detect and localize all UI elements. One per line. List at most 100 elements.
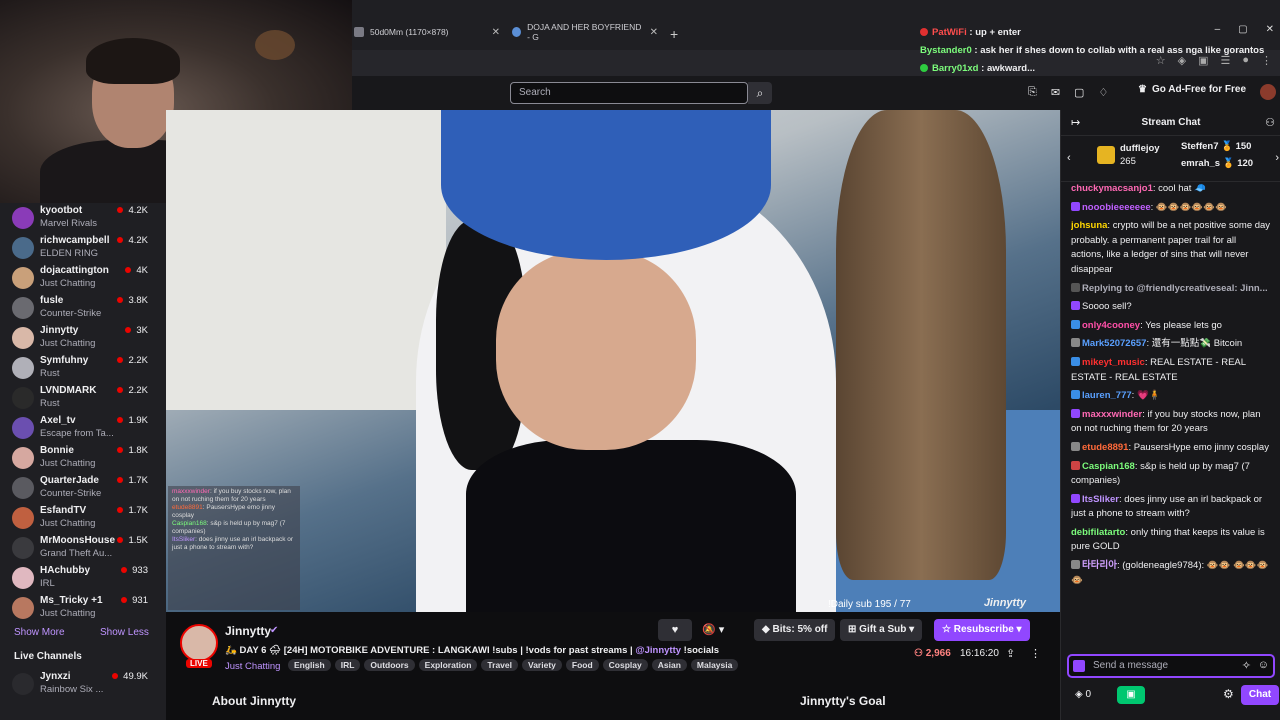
stream-title-mention[interactable]: @Jinnytty bbox=[635, 645, 681, 656]
notifications-icon[interactable]: ▢ bbox=[1074, 86, 1084, 99]
stream-tag[interactable]: Exploration bbox=[418, 659, 478, 671]
stream-tag[interactable]: Food bbox=[565, 659, 599, 671]
search-input[interactable]: Search bbox=[510, 82, 748, 104]
sidebar-channel-item[interactable]: HAchubby IRL 933 bbox=[12, 563, 160, 593]
sidebar-channel-item[interactable]: dojacattington Just Chatting 4K bbox=[12, 263, 160, 293]
channel-name[interactable]: Jinnytty bbox=[225, 624, 271, 638]
stream-tag[interactable]: Asian bbox=[651, 659, 687, 671]
go-ad-free-button[interactable]: ♛ Go Ad-Free for Free bbox=[1138, 84, 1246, 95]
chat-message-text: cool hat 🧢 bbox=[1158, 183, 1206, 194]
channel-game: Rainbow Six ... bbox=[40, 684, 104, 695]
top-navigation: Search ⌕ ⎘ ✉ ▢ ♢ ♛ Go Ad-Free for Free bbox=[352, 76, 1280, 110]
video-player[interactable]: maxxxwinder: if you buy stocks now, plan… bbox=[166, 110, 1060, 612]
chat-username[interactable]: ItsSliker bbox=[1082, 494, 1119, 505]
chat-username[interactable]: Mark52072657 bbox=[1082, 338, 1146, 349]
stream-category-link[interactable]: Just Chatting bbox=[225, 661, 280, 672]
stream-tag[interactable]: Travel bbox=[481, 659, 518, 671]
sidebar-channel-item[interactable]: richwcampbell ELDEN RING 4.2K bbox=[12, 233, 160, 263]
user-dot-icon bbox=[920, 28, 928, 36]
chat-message-text: PausersHype emo jinny cosplay bbox=[1133, 441, 1269, 453]
stream-tag[interactable]: Variety bbox=[522, 659, 562, 671]
overlay-chat-text: up + enter bbox=[975, 27, 1021, 38]
chat-message: etude8891: PausersHype emo jinny cosplay bbox=[1071, 441, 1271, 456]
chat-username[interactable]: 타타리아 bbox=[1082, 560, 1117, 571]
chat-username[interactable]: chuckymacsanjo1 bbox=[1071, 183, 1153, 194]
chat-username[interactable]: johsuna bbox=[1071, 220, 1107, 231]
stream-tag[interactable]: IRL bbox=[334, 659, 361, 671]
close-tab-icon[interactable]: ✕ bbox=[492, 27, 500, 38]
stream-tag[interactable]: Cosplay bbox=[602, 659, 648, 671]
emote-icon[interactable]: ☺ bbox=[1258, 659, 1269, 671]
nav-icons: ⎘ ✉ ▢ ♢ bbox=[1028, 86, 1108, 99]
sidebar-channel-item[interactable]: Ms_Tricky +1 Just Chatting 931 bbox=[12, 593, 160, 623]
chat-username[interactable]: nooobieeeeeee bbox=[1082, 202, 1151, 213]
streamer-face bbox=[496, 250, 696, 450]
sidebar-channel-item[interactable]: fusle Counter-Strike 3.8K bbox=[12, 293, 160, 323]
channel-game: Just Chatting bbox=[40, 338, 96, 349]
channel-avatar bbox=[12, 447, 34, 469]
search-button[interactable]: ⌕ bbox=[748, 82, 772, 104]
sidebar-channel-item[interactable]: kyootbot Marvel Rivals 4.2K bbox=[12, 203, 160, 233]
new-tab-button[interactable]: + bbox=[670, 24, 678, 44]
user-avatar[interactable] bbox=[1260, 84, 1276, 100]
live-channels-heading: Live Channels bbox=[14, 651, 82, 662]
chat-username[interactable]: only4cooney bbox=[1082, 320, 1140, 331]
mail-icon[interactable]: ✉ bbox=[1051, 86, 1060, 99]
sidebar-channel-item[interactable]: Bonnie Just Chatting 1.8K bbox=[12, 443, 160, 473]
browser-tab-video[interactable]: DOJA AND HER BOYFRIEND - G ✕ bbox=[512, 22, 658, 42]
crown-icon[interactable]: ♢ bbox=[1098, 86, 1108, 99]
chevron-left-icon[interactable]: ‹ bbox=[1067, 152, 1071, 164]
streamer-shirt bbox=[466, 440, 796, 612]
chat-username[interactable]: Replying to @friendlycreativeseal: Jinn.… bbox=[1082, 283, 1268, 294]
chat-username[interactable]: debifilatarto bbox=[1071, 527, 1125, 538]
stream-tag[interactable]: Outdoors bbox=[364, 659, 415, 671]
channel-viewers: 931 bbox=[121, 595, 148, 606]
channel-viewers: 3K bbox=[125, 325, 148, 336]
channel-avatar[interactable] bbox=[180, 624, 218, 662]
channel-name: HAchubby bbox=[40, 565, 90, 576]
share-icon[interactable]: ⇪ bbox=[1006, 647, 1015, 660]
channel-viewers: 4.2K bbox=[117, 235, 148, 246]
sidebar-channel-item[interactable]: Jynxzi Rainbow Six ... 49.9K bbox=[12, 669, 160, 699]
bits-icon[interactable]: ✧ bbox=[1242, 659, 1251, 672]
bits-button[interactable]: ◆ Bits: 5% off bbox=[754, 619, 836, 641]
chat-username[interactable]: maxxxwinder bbox=[1082, 409, 1142, 420]
sidebar-channel-item[interactable]: Symfuhny Rust 2.2K bbox=[12, 353, 160, 383]
show-more-link[interactable]: Show More bbox=[14, 627, 65, 638]
show-less-link[interactable]: Show Less bbox=[100, 627, 149, 638]
sidebar-channel-item[interactable]: MrMoonsHouse Grand Theft Au... 1.5K bbox=[12, 533, 160, 563]
gift-sub-button[interactable]: ⊞ Gift a Sub ▾ bbox=[840, 619, 923, 641]
chat-username[interactable]: etude8891 bbox=[1082, 442, 1128, 453]
stream-tag[interactable]: English bbox=[288, 659, 331, 671]
notification-bell-icon[interactable]: 🔕 ▾ bbox=[702, 623, 724, 636]
inbox-icon[interactable]: ⎘ bbox=[1028, 86, 1037, 99]
close-tab-icon[interactable]: ✕ bbox=[650, 27, 658, 38]
browser-tab-image[interactable]: 50d0Mm (1170×878) ✕ bbox=[354, 22, 500, 42]
sidebar-channel-item[interactable]: EsfandTV Just Chatting 1.7K bbox=[12, 503, 160, 533]
send-chat-button[interactable]: Chat bbox=[1241, 685, 1279, 705]
chat-username[interactable]: mikeyt_music bbox=[1082, 357, 1145, 368]
user-badge-icon bbox=[1071, 560, 1080, 570]
gear-icon[interactable]: ⚙ bbox=[1223, 687, 1234, 701]
community-icon[interactable]: ⚇ bbox=[1265, 116, 1275, 129]
resubscribe-button[interactable]: ☆ Resubscribe ▾ bbox=[934, 619, 1030, 641]
sidebar-channel-item[interactable]: Axel_tv Escape from Ta... 1.9K bbox=[12, 413, 160, 443]
chat-username[interactable]: lauren_777 bbox=[1082, 390, 1132, 401]
chat-input[interactable]: Send a message ✧ ☺ bbox=[1067, 654, 1275, 678]
more-options-icon[interactable]: ⋮ bbox=[1030, 647, 1041, 660]
channel-game: Just Chatting bbox=[40, 278, 96, 289]
stream-title-text: 🛵 DAY 6 🌧 [24H] MOTORBIKE ADVENTURE : LA… bbox=[225, 645, 636, 656]
stream-tag[interactable]: Malaysia bbox=[690, 659, 739, 671]
sidebar-channel-item[interactable]: LVNDMARK Rust 2.2K bbox=[12, 383, 160, 413]
channel-name: EsfandTV bbox=[40, 505, 87, 516]
chat-username[interactable]: Caspian168 bbox=[1082, 461, 1135, 472]
follow-button[interactable]: ♥ bbox=[658, 619, 692, 641]
channel-viewers: 1.5K bbox=[117, 535, 148, 546]
claim-points-button[interactable]: ▣ bbox=[1117, 686, 1145, 704]
channel-watermark: Jinnytty bbox=[983, 597, 1026, 609]
sidebar-channel-item[interactable]: QuarterJade Counter-Strike 1.7K bbox=[12, 473, 160, 503]
chat-identity-icon[interactable] bbox=[1073, 660, 1085, 672]
chat-header: ↦ Stream Chat ⚇ bbox=[1061, 110, 1280, 136]
chevron-right-icon[interactable]: › bbox=[1275, 152, 1279, 164]
sidebar-channel-item[interactable]: Jinnytty Just Chatting 3K bbox=[12, 323, 160, 353]
